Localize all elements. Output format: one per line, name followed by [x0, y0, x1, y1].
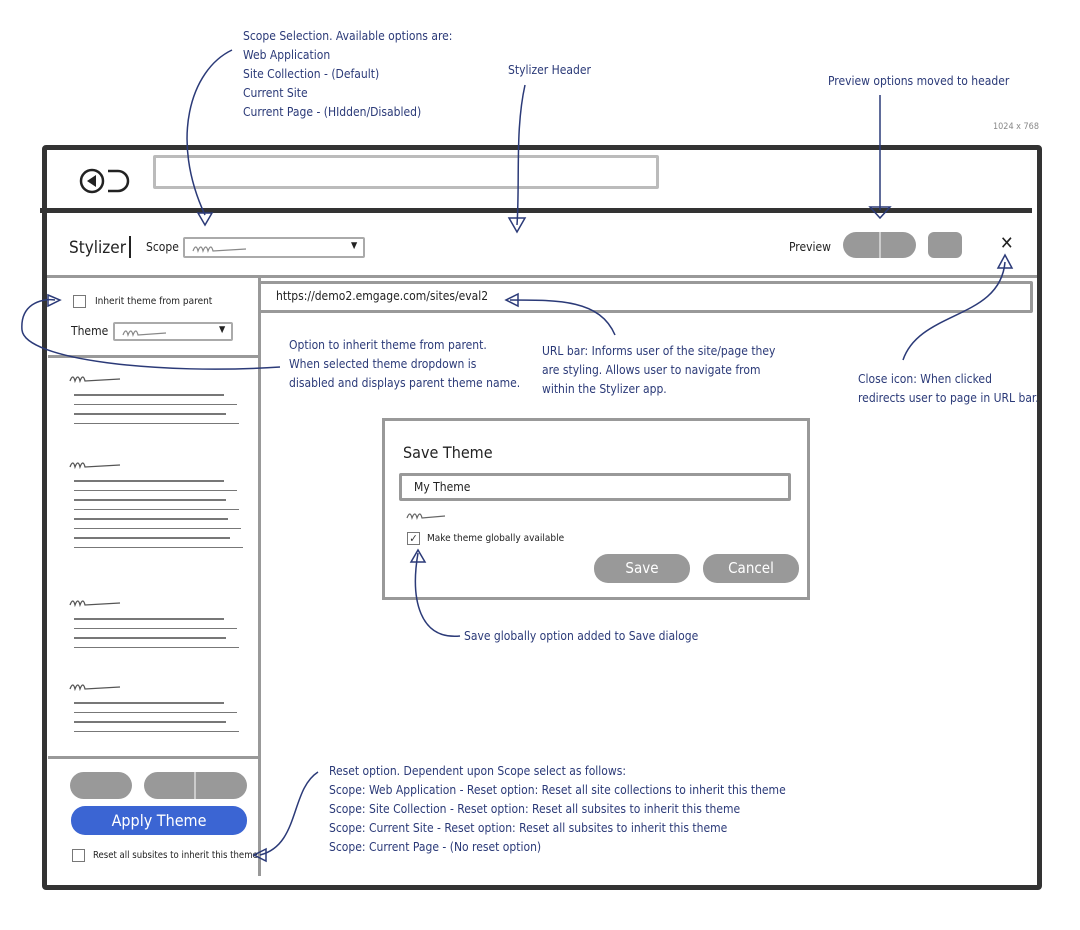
placeholder-line: [74, 508, 239, 510]
scope-annotation: Scope Selection. Available options are: …: [243, 27, 452, 122]
group-heading-scribble: [69, 684, 121, 692]
reset-label: Reset all subsites to inherit this theme: [93, 850, 258, 861]
scope-label: Scope: [146, 240, 179, 254]
chevron-down-icon: ▼: [351, 241, 358, 251]
inherit-label: Inherit theme from parent: [95, 296, 213, 307]
reset-checkbox[interactable]: [72, 849, 85, 862]
note-line: Current Page - (HIdden/Disabled): [243, 105, 422, 119]
sidebar-footer-divider: [48, 756, 258, 759]
placeholder-line: [74, 489, 237, 491]
group-heading-scribble: [69, 462, 121, 470]
cancel-button[interactable]: Cancel: [703, 554, 799, 583]
note-line: Web Application: [243, 48, 331, 62]
header-annotation: Stylizer Header: [508, 63, 591, 77]
preview-toggle[interactable]: [843, 232, 916, 258]
placeholder-line: [74, 627, 237, 629]
placeholder-line: [74, 422, 239, 424]
sidebar-divider: [258, 278, 261, 876]
inherit-checkbox[interactable]: [73, 295, 86, 308]
global-checkbox[interactable]: ✓: [407, 532, 420, 545]
theme-name-value: My Theme: [414, 480, 471, 494]
placeholder-line: [74, 518, 228, 520]
placeholder-line: [74, 721, 226, 723]
note-line: Scope Selection. Available options are:: [243, 29, 453, 43]
preview-label: Preview: [789, 240, 831, 254]
preview-button[interactable]: [928, 232, 962, 258]
placeholder-line: [74, 394, 224, 396]
back-forward-icon[interactable]: [78, 168, 133, 194]
placeholder-line: [74, 711, 237, 713]
global-label: Make theme globally available: [427, 533, 565, 544]
placeholder-line: [74, 499, 226, 501]
placeholder-line: [74, 527, 241, 529]
theme-label: Theme: [71, 324, 109, 338]
placeholder-line: [74, 403, 237, 405]
toggle-divider: [879, 232, 881, 258]
placeholder-line: [74, 637, 226, 639]
sidebar-toggle-button[interactable]: [144, 772, 247, 799]
browser-toolbar-divider: [40, 208, 1032, 213]
toggle-divider: [194, 772, 196, 799]
group-heading-scribble: [69, 376, 121, 384]
group-heading-scribble: [69, 600, 121, 608]
chevron-down-icon: ▼: [219, 325, 226, 335]
size-label: 1024 x 768: [993, 122, 1039, 132]
header-divider: [47, 275, 1037, 278]
close-icon[interactable]: ✕: [1000, 233, 1014, 254]
placeholder-scribble: [192, 246, 247, 254]
preview-annotation: Preview options moved to header: [828, 74, 1010, 88]
sidebar-button-1[interactable]: [70, 772, 132, 799]
placeholder-line: [74, 546, 243, 548]
dialog-title: Save Theme: [403, 443, 493, 462]
title-divider: [129, 236, 131, 258]
save-theme-dialog: Save Theme My Theme ✓ Make theme globall…: [382, 418, 810, 600]
placeholder-line: [74, 730, 239, 732]
placeholder-line: [74, 702, 224, 704]
note-line: Current Site: [243, 86, 308, 100]
note-line: Site Collection - (Default): [243, 67, 380, 81]
placeholder-line: [74, 413, 226, 415]
placeholder-scribble: [406, 513, 446, 521]
apply-theme-button[interactable]: Apply Theme: [71, 806, 247, 835]
scope-dropdown[interactable]: ▼: [183, 237, 365, 258]
app-title: Stylizer: [69, 238, 126, 258]
sidebar-section-divider: [48, 355, 258, 358]
placeholder-scribble: [122, 330, 167, 338]
url-value: https://demo2.emgage.com/sites/eval2: [276, 289, 489, 303]
save-button[interactable]: Save: [594, 554, 690, 583]
theme-dropdown[interactable]: ▼: [113, 322, 233, 341]
placeholder-line: [74, 646, 239, 648]
theme-name-input[interactable]: My Theme: [399, 473, 791, 501]
placeholder-line: [74, 618, 224, 620]
placeholder-line: [74, 480, 224, 482]
browser-address-bar[interactable]: [153, 155, 659, 189]
placeholder-line: [74, 537, 230, 539]
url-bar[interactable]: https://demo2.emgage.com/sites/eval2: [258, 281, 1033, 313]
